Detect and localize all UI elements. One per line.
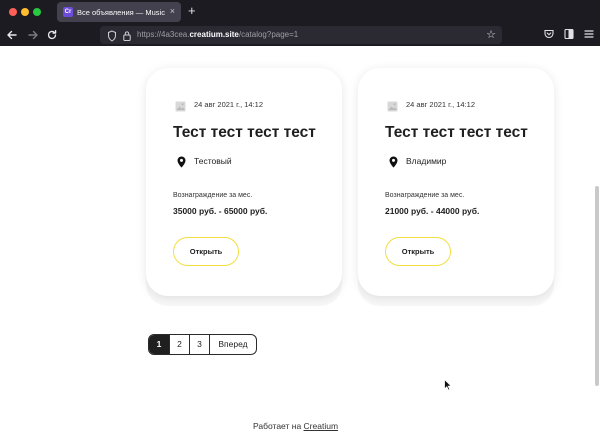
hamburger-menu-icon[interactable]: [582, 28, 596, 42]
maximize-window-button[interactable]: [33, 8, 41, 16]
extension-icon[interactable]: [562, 28, 576, 42]
tab-close-icon[interactable]: ×: [170, 6, 175, 17]
star-icon[interactable]: ☆: [486, 27, 496, 43]
site-favicon-icon: Cr: [63, 7, 73, 17]
card-date: 24 авг 2021 г., 14:12: [406, 100, 476, 109]
browser-tab-active[interactable]: Cr Все объявления — Musically ×: [57, 2, 181, 22]
card-title: Тест тест тест тест: [173, 124, 316, 141]
new-tab-button[interactable]: +: [188, 3, 196, 19]
forward-arrow-icon[interactable]: [26, 27, 40, 43]
tab-bar: Cr Все объявления — Musically × +: [0, 0, 600, 24]
reload-icon[interactable]: [45, 27, 59, 43]
location-pin-icon: [177, 155, 186, 168]
page-1-button[interactable]: 1: [149, 335, 169, 354]
mouse-cursor-icon: [444, 378, 453, 391]
open-button[interactable]: Открыть: [385, 237, 451, 266]
image-placeholder-icon: [387, 99, 398, 112]
close-window-button[interactable]: [9, 8, 17, 16]
card-date: 24 авг 2021 г., 14:12: [194, 100, 264, 109]
image-placeholder-icon: [175, 99, 186, 112]
reward-label: Вознаграждение за мес.: [173, 192, 253, 199]
card-city: Владимир: [406, 156, 447, 166]
card-title: Тест тест тест тест: [385, 124, 528, 141]
footer-credit: Работает на Creatium: [253, 420, 338, 432]
salary-range: 21000 руб. - 44000 руб.: [385, 206, 480, 216]
url-text[interactable]: https://4a3cea.creatium.site/catalog?pag…: [137, 29, 298, 41]
shield-icon[interactable]: [107, 29, 117, 42]
page-viewport: 24 авг 2021 г., 14:12 Тест тест тест тес…: [0, 46, 600, 437]
reward-label: Вознаграждение за мес.: [385, 192, 465, 199]
address-bar[interactable]: https://4a3cea.creatium.site/catalog?pag…: [100, 26, 502, 44]
job-card: 24 авг 2021 г., 14:12 Тест тест тест тес…: [146, 68, 342, 296]
job-card: 24 авг 2021 г., 14:12 Тест тест тест тес…: [358, 68, 554, 296]
location-pin-icon: [389, 155, 398, 168]
navigation-toolbar: https://4a3cea.creatium.site/catalog?pag…: [0, 24, 600, 46]
page-3-button[interactable]: 3: [189, 335, 209, 354]
card-city: Тестовый: [194, 156, 232, 166]
creatium-link[interactable]: Creatium: [304, 421, 338, 431]
open-button[interactable]: Открыть: [173, 237, 239, 266]
browser-chrome: Cr Все объявления — Musically × + https:…: [0, 0, 600, 46]
tab-title: Все объявления — Musically: [77, 8, 165, 17]
pagination: 1 2 3 Вперед: [148, 334, 257, 355]
back-arrow-icon[interactable]: [5, 27, 19, 43]
minimize-window-button[interactable]: [21, 8, 29, 16]
lock-icon[interactable]: [122, 29, 132, 41]
footer-prefix: Работает на: [253, 421, 302, 431]
salary-range: 35000 руб. - 65000 руб.: [173, 206, 268, 216]
next-page-button[interactable]: Вперед: [209, 335, 256, 354]
pocket-icon[interactable]: [542, 28, 556, 42]
page-2-button[interactable]: 2: [169, 335, 189, 354]
page-scrollbar[interactable]: [595, 186, 599, 386]
